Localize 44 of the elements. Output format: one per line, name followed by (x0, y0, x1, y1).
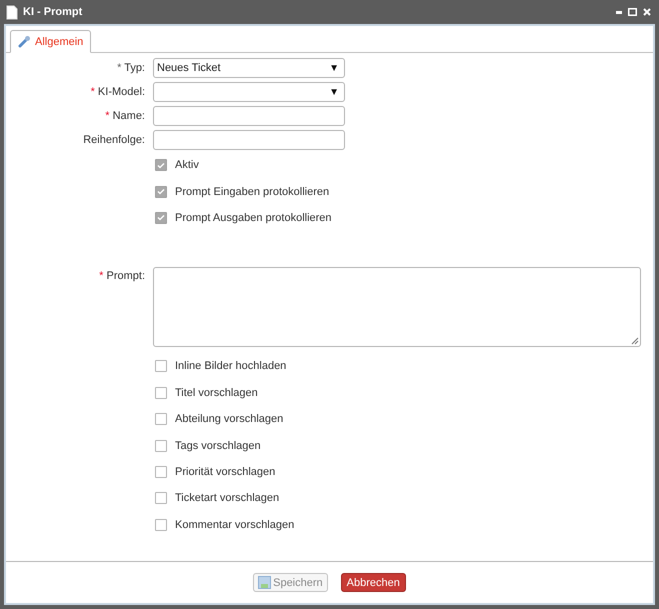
checkbox[interactable] (155, 518, 167, 531)
resize-grip-icon[interactable] (630, 336, 639, 346)
required-marker: * (105, 110, 110, 122)
checkbox-label: Prompt Ausgaben protokollieren (175, 212, 332, 224)
checkbox[interactable] (155, 466, 167, 478)
tab[interactable]: Allgemein (10, 30, 92, 53)
checkbox-label: Abteilung vorschlagen (175, 413, 284, 426)
field-label: * Name: (104, 110, 146, 122)
checkbox[interactable] (155, 440, 167, 452)
checkbox-label: Inline Bilder hochladen (175, 360, 286, 372)
check-icon (157, 162, 165, 169)
checkbox-label: Tags vorschlagen (175, 440, 261, 452)
checkbox-label: Titel vorschlagen (175, 386, 258, 399)
select-field[interactable]: Neues Ticket ▼ (153, 58, 345, 78)
checkbox[interactable] (155, 492, 167, 504)
field-label: Reihenfolge: (82, 134, 146, 146)
required-marker: * (90, 86, 95, 98)
checkbox[interactable] (155, 360, 167, 372)
floppy-icon (258, 576, 272, 589)
checkbox-label: Prompt Eingaben protokollieren (175, 186, 330, 198)
checkbox-label: Priorität vorschlagen (175, 466, 276, 478)
checkbox-label: Ticketart vorschlagen (175, 492, 280, 504)
required-marker: * (99, 270, 104, 282)
select-field[interactable]: ▼ (153, 82, 345, 102)
checkbox[interactable] (155, 413, 167, 426)
checkbox[interactable] (155, 386, 167, 399)
field-label: * KI-Model: (90, 86, 146, 98)
input-field[interactable] (153, 130, 345, 150)
input-field[interactable] (153, 106, 345, 126)
required-marker: * (117, 62, 122, 74)
check-icon (157, 188, 165, 196)
prompt-textarea[interactable] (153, 267, 641, 348)
minimize-icon[interactable] (616, 10, 622, 14)
field-label: * Typ: (116, 62, 146, 74)
field-label: * Prompt: (98, 269, 146, 282)
close-icon[interactable] (643, 8, 651, 16)
document-icon (6, 4, 18, 20)
wrench-icon (18, 35, 31, 48)
window-title: KI - Prompt (23, 6, 84, 18)
check-icon (157, 214, 165, 222)
checkbox-label: Kommentar vorschlagen (175, 518, 294, 531)
maximize-icon[interactable] (628, 8, 637, 16)
cancel-button[interactable]: Abbrechen (340, 573, 406, 592)
checkbox-label: Aktiv (175, 159, 199, 172)
